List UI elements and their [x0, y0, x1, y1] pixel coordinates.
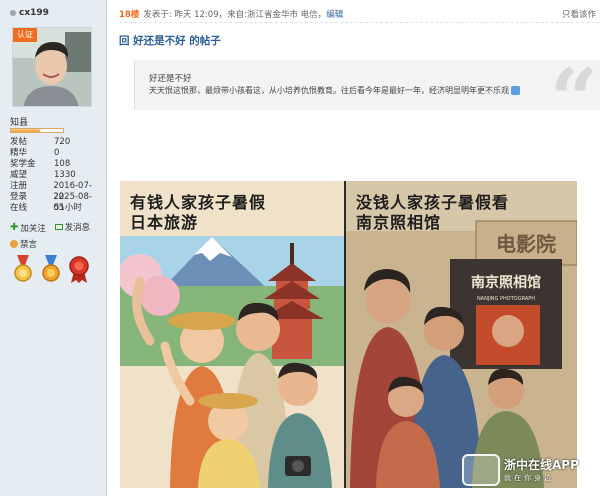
- level-progress-bar: [10, 128, 64, 133]
- ban-button[interactable]: 禁言: [10, 238, 37, 250]
- stat-row: 注册 2016-07-22: [10, 181, 102, 202]
- stat-value: 108: [54, 159, 71, 169]
- stat-row: 发帖 720: [10, 137, 71, 148]
- stat-value: 2016-07-22: [53, 181, 92, 202]
- post-title: 回 好还是不好 的帖子: [119, 35, 221, 47]
- message-icon: [54, 224, 63, 230]
- post-meta: 18楼 发表于: 昨天 12:09，来自:浙江省金华市 电信，编辑: [119, 8, 343, 20]
- plus-icon: ✚: [10, 222, 19, 233]
- gold-medal-icon[interactable]: [12, 255, 34, 283]
- post-time-location: 发表于: 昨天 12:09，来自:浙江省金华市 电信，: [143, 10, 327, 20]
- right-caption: 没钱人家孩子暑假看 南京照相馆: [356, 193, 510, 232]
- cinema-sign: 电影院: [496, 232, 556, 256]
- studio-sign: 南京照相馆: [471, 274, 541, 291]
- stat-value: 2025-08-05: [53, 192, 92, 213]
- online-status-icon: [10, 9, 16, 16]
- medal-list: [12, 255, 90, 283]
- level-progress-fill: [11, 129, 40, 132]
- floor-number[interactable]: 18楼: [119, 10, 139, 20]
- divider: [119, 22, 599, 23]
- edit-link[interactable]: 编辑: [326, 10, 343, 20]
- red-award-icon[interactable]: [68, 255, 90, 283]
- stat-row: 登录 2025-08-05: [10, 192, 102, 213]
- emoji-icon: [511, 86, 520, 95]
- app-logo-icon: [462, 453, 500, 486]
- sun-medal-icon[interactable]: [40, 255, 62, 283]
- ban-icon: [10, 239, 18, 248]
- user-sidebar: cx199 认证 知县 发帖 720 精华 0 奖学金 108 威望 1330 注册 20…: [0, 0, 107, 496]
- avatar[interactable]: 认证: [12, 27, 92, 107]
- studio-sign-en: NANJING PHOTOGRAPH: [477, 296, 535, 302]
- quote-block: 好还是不好 天天恨这恨那，最烦带小孩看这，从小培养仇恨教育。往后看今年是最好一年…: [134, 58, 600, 142]
- quote-mark-icon: “: [549, 50, 598, 149]
- post-image[interactable]: 有钱人家孩子暑假 日本旅游 电影院 南京照相馆 NANJING PHOTOGRA…: [120, 181, 577, 488]
- image-left-panel: 有钱人家孩子暑假 日本旅游: [120, 181, 344, 488]
- user-actions: ✚ 加关注 发消息 禁言: [10, 221, 96, 251]
- stat-value: 51小时: [54, 203, 82, 213]
- user-stats: 发帖 720 精华 0 奖学金 108 威望 1330 注册 2016-07-22 登录 2…: [10, 137, 102, 214]
- left-caption: 有钱人家孩子暑假 日本旅游: [130, 193, 267, 232]
- app-watermark: 浙中在线APP 就在你身边: [462, 451, 597, 488]
- follow-button[interactable]: ✚ 加关注: [10, 222, 46, 234]
- send-message-button[interactable]: 发消息: [54, 221, 90, 233]
- only-author-link[interactable]: 只看该作: [562, 8, 596, 20]
- stat-value[interactable]: 720: [54, 137, 70, 148]
- quote-line-2: 天天恨这恨那，最烦带小孩看这，从小培养仇恨教育。往后看今年是最好一年，经济明显明…: [149, 85, 520, 96]
- stat-value: 1330: [54, 170, 76, 180]
- verified-badge: 认证: [13, 28, 37, 42]
- stat-row: 威望 1330: [10, 170, 76, 180]
- stat-row: 奖学金 108: [10, 159, 71, 169]
- username[interactable]: cx199: [10, 8, 49, 18]
- image-right-panel: 电影院 南京照相馆 NANJING PHOTOGRAPH 没钱人家孩子暑假看 南…: [346, 181, 577, 488]
- stat-row: 在线 51小时: [10, 203, 82, 213]
- quote-line-1: 好还是不好: [149, 74, 192, 84]
- user-level: 知县: [10, 118, 29, 128]
- stat-value[interactable]: 0: [54, 148, 59, 159]
- stat-row: 精华 0: [10, 148, 60, 159]
